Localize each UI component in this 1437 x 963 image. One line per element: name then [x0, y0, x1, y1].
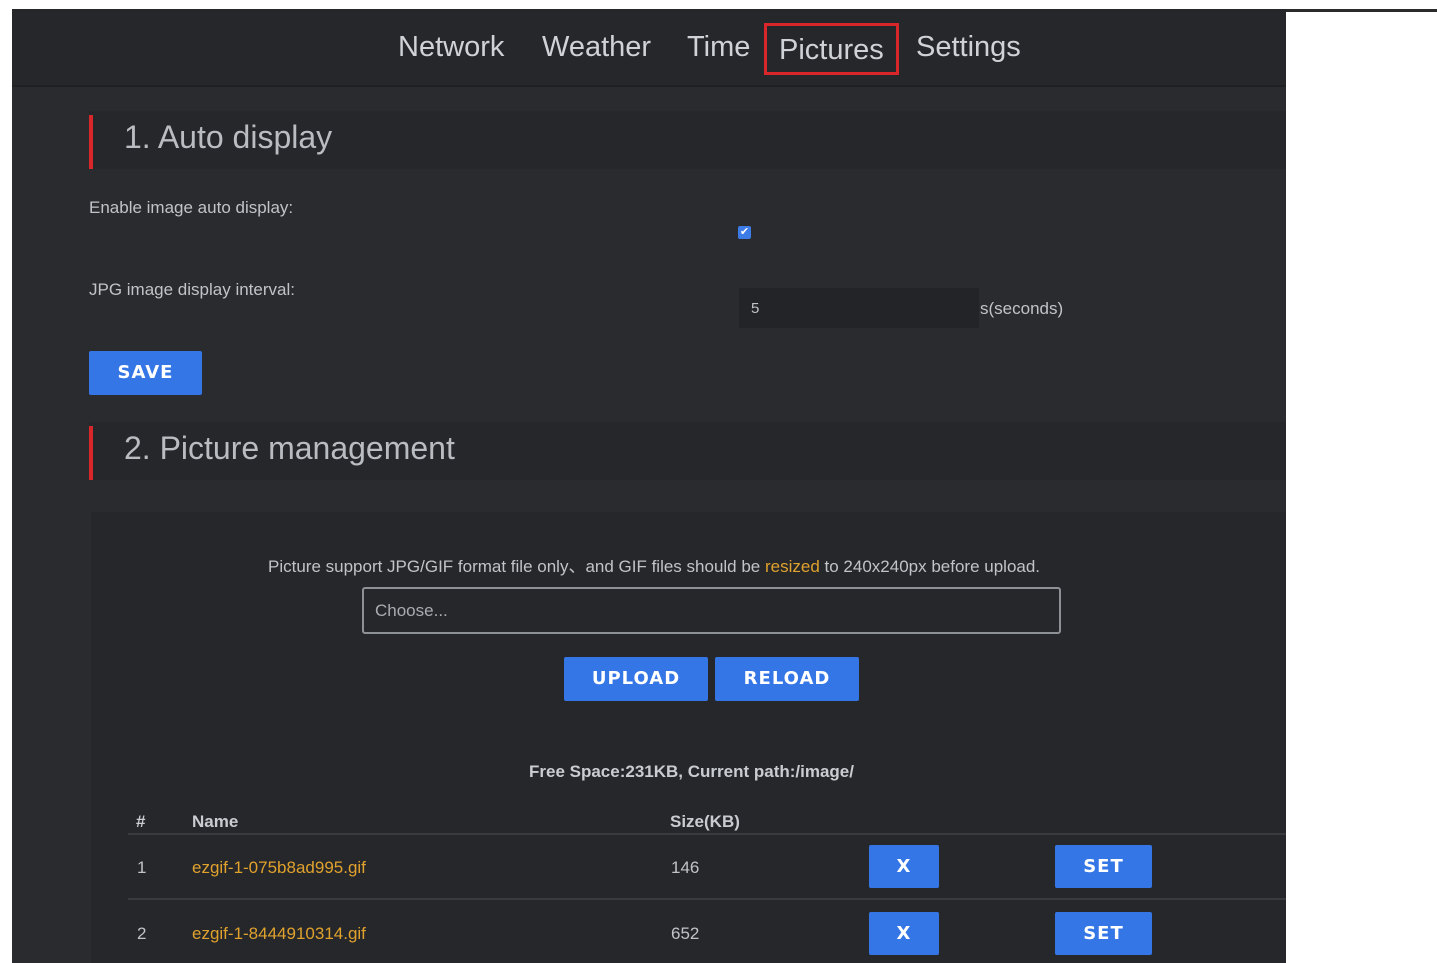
- display-interval-unit: s(seconds): [980, 299, 1064, 318]
- upload-hint-text-end: to 240x240px before upload.: [819, 557, 1041, 576]
- section-accent-bar: [89, 115, 93, 169]
- table-cell-filename[interactable]: ezgif-1-075b8ad995.gif: [192, 858, 366, 878]
- table-cell-filename[interactable]: ezgif-1-8444910314.gif: [192, 924, 366, 944]
- section-title: 1. Auto display: [124, 119, 333, 155]
- enable-auto-display-label: Enable image auto display:: [89, 198, 294, 217]
- display-interval-label: JPG image display interval:: [89, 280, 295, 299]
- delete-file-button[interactable]: X: [869, 912, 939, 955]
- enable-auto-display-checkbox[interactable]: ✔: [738, 226, 751, 239]
- nav-item-time[interactable]: Time: [687, 27, 750, 67]
- upload-hint-text: Picture support JPG/GIF format file only…: [268, 557, 765, 576]
- table-cell-size: 146: [671, 858, 700, 877]
- display-interval-input[interactable]: [739, 288, 979, 328]
- app-window: Network Weather Time Pictures Settings 1…: [12, 9, 1286, 963]
- section-header-picture-management: 2. Picture management: [89, 422, 1286, 480]
- upload-hint-highlight: resized: [764, 557, 820, 576]
- save-button[interactable]: SAVE: [89, 351, 202, 395]
- reload-button[interactable]: RELOAD: [715, 657, 859, 701]
- section-header-auto-display: 1. Auto display: [89, 111, 1286, 169]
- nav-item-weather[interactable]: Weather: [542, 27, 651, 67]
- table-cell-index: 2: [137, 924, 147, 943]
- section-title: 2. Picture management: [124, 430, 455, 466]
- table-cell-size: 652: [671, 924, 700, 943]
- nav-item-network[interactable]: Network: [398, 27, 504, 67]
- table-divider: [128, 898, 1286, 900]
- upload-hint: Picture support JPG/GIF format file only…: [268, 552, 1040, 577]
- table-cell-index: 1: [137, 858, 147, 877]
- delete-file-button[interactable]: X: [869, 845, 939, 888]
- top-navbar: Network Weather Time Pictures Settings: [12, 9, 1286, 87]
- section-accent-bar: [89, 426, 93, 480]
- free-space-status: Free Space:231KB, Current path:/image/: [529, 762, 854, 781]
- nav-item-settings[interactable]: Settings: [916, 27, 1021, 67]
- top-edge-line: [1286, 9, 1437, 12]
- file-chooser-input[interactable]: Choose...: [362, 587, 1061, 634]
- table-divider: [128, 833, 1286, 835]
- set-file-button[interactable]: SET: [1055, 845, 1152, 888]
- table-header-name: Name: [192, 812, 239, 831]
- table-header-size: Size(KB): [670, 812, 740, 831]
- nav-item-pictures[interactable]: Pictures: [764, 23, 899, 75]
- set-file-button[interactable]: SET: [1055, 912, 1152, 955]
- upload-button[interactable]: UPLOAD: [564, 657, 708, 701]
- picture-management-panel: [91, 512, 1286, 963]
- table-header-index: #: [136, 812, 146, 831]
